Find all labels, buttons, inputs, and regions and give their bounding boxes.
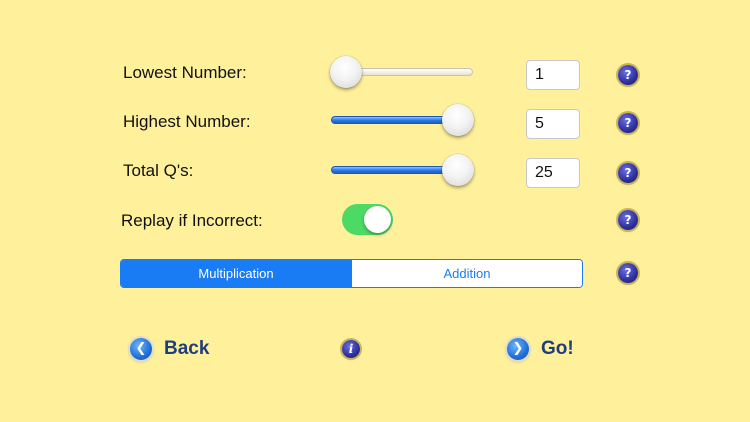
lowest-number-help-icon[interactable]: ? [618,65,638,85]
lowest-number-slider-thumb[interactable] [330,56,362,88]
go-button[interactable]: ❯ Go! [507,338,574,360]
chevron-left-icon: ❮ [130,338,152,360]
replay-help-icon[interactable]: ? [618,210,638,230]
total-questions-field[interactable]: 25 [526,158,580,188]
back-label: Back [164,338,210,359]
highest-number-label: Highest Number: [123,112,251,131]
replay-if-incorrect-toggle[interactable] [342,204,393,235]
replay-if-incorrect-label: Replay if Incorrect: [121,211,263,230]
total-questions-label: Total Q's: [123,161,194,180]
back-button[interactable]: ❮ Back [130,338,209,360]
highest-number-help-icon[interactable]: ? [618,113,638,133]
mode-help-icon[interactable]: ? [618,263,638,283]
mode-segmented-control: Multiplication Addition [120,259,583,288]
segment-addition[interactable]: Addition [351,260,582,287]
go-label: Go! [541,338,574,359]
info-icon[interactable]: i [342,340,360,358]
total-questions-help-icon[interactable]: ? [618,163,638,183]
chevron-right-icon: ❯ [507,338,529,360]
highest-number-slider-thumb[interactable] [442,104,474,136]
highest-number-field[interactable]: 5 [526,109,580,139]
segment-multiplication[interactable]: Multiplication [121,260,351,287]
toggle-knob [364,206,391,233]
total-questions-slider-thumb[interactable] [442,154,474,186]
lowest-number-label: Lowest Number: [123,63,247,82]
lowest-number-field[interactable]: 1 [526,60,580,90]
